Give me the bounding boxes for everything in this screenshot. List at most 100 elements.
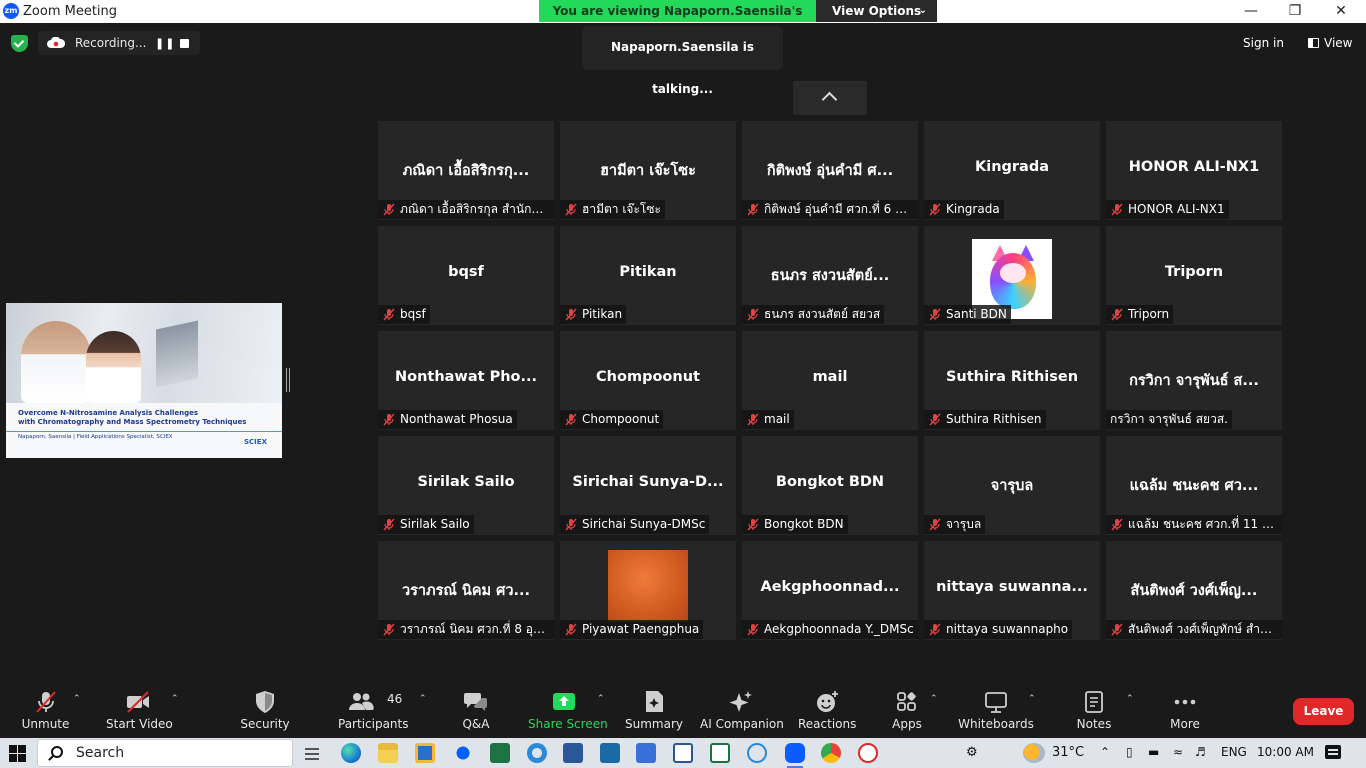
view-options-button[interactable]: View Options ⌄ [816, 0, 937, 22]
outlook-icon[interactable] [600, 743, 620, 763]
browser-icon[interactable] [747, 743, 767, 763]
whiteboards-button[interactable]: Whiteboards [958, 684, 1034, 738]
participant-name-label: nittaya suwannapho [924, 620, 1073, 639]
excel-icon[interactable] [490, 743, 510, 763]
close-button[interactable]: ✕ [1318, 0, 1364, 23]
participant-name-label: Triporn [1106, 305, 1174, 324]
shared-screen[interactable]: Overcome N-Nitrosamine Analysis Challeng… [6, 303, 282, 458]
windows-start-icon[interactable] [9, 745, 26, 762]
pause-recording-icon[interactable]: ❚❚ [155, 37, 175, 50]
edge-browser-icon[interactable] [341, 743, 361, 763]
participant-tile[interactable]: กรวิกา จารุพันธ์ ส... กรวิกา จารุพันธ์ สย… [1106, 331, 1282, 430]
participant-tile[interactable]: Santi BDN [924, 226, 1100, 325]
participant-tile[interactable]: Triporn Triporn [1106, 226, 1282, 325]
stop-recording-icon[interactable] [180, 39, 189, 48]
apps-button[interactable]: Apps [888, 684, 926, 738]
apps-icon [897, 692, 916, 711]
excel-document-icon[interactable] [710, 743, 730, 763]
notification-icon[interactable] [1325, 745, 1341, 759]
zoom-taskbar-icon[interactable] [785, 743, 805, 768]
taskbar-search-box[interactable]: Search [37, 739, 293, 767]
qa-button[interactable]: Q&A [456, 684, 496, 738]
share-options-caret[interactable]: ⌃ [597, 694, 609, 704]
participant-display-name: ภณิดา เอื้อสิริกรกุ... [402, 163, 530, 179]
more-button[interactable]: More [1162, 684, 1208, 738]
participant-tile[interactable]: Pitikan Pitikan [560, 226, 736, 325]
file-explorer-icon[interactable] [378, 743, 398, 763]
tray-chevron-up-icon[interactable]: ⌃ [1100, 745, 1110, 759]
language-indicator[interactable]: ENG [1221, 745, 1247, 759]
participant-name-label: Chompoonut [560, 410, 664, 429]
participant-tile[interactable]: Nonthawat Pho... Nonthawat Phosua [378, 331, 554, 430]
weather-icon[interactable] [1023, 743, 1045, 763]
wifi-icon[interactable]: ≈ [1173, 745, 1183, 759]
view-button[interactable]: View [1300, 31, 1358, 55]
participant-tile[interactable]: Piyawat Paengphua [560, 541, 736, 640]
leave-button[interactable]: Leave [1293, 698, 1354, 725]
apps-options-caret[interactable]: ⌃ [930, 694, 942, 704]
gallery-scroll-up-button[interactable] [793, 81, 867, 115]
participant-tile[interactable]: bqsf bqsf [378, 226, 554, 325]
minimize-button[interactable]: — [1228, 0, 1274, 23]
participant-name-label: กรวิกา จารุพันธ์ สยวส. [1106, 410, 1232, 429]
audio-options-caret[interactable]: ⌃ [73, 694, 85, 704]
participant-tile[interactable]: Sirilak Sailo Sirilak Sailo [378, 436, 554, 535]
participant-name-text: ภณิดา เอื้อสิริกรกุล สำนักยาและวัตถุเสพต… [400, 202, 554, 216]
participant-display-name: ธนภร สงวนสัตย์... [770, 268, 890, 284]
participant-tile[interactable]: Bongkot BDN Bongkot BDN [742, 436, 918, 535]
phone-icon[interactable]: ▯ [1126, 745, 1133, 759]
chrome-icon[interactable] [821, 743, 841, 763]
start-video-button[interactable]: Start Video [106, 684, 173, 738]
participant-tile[interactable]: Sirichai Sunya-D... Sirichai Sunya-DMSc [560, 436, 736, 535]
participant-tile[interactable]: nittaya suwanna... nittaya suwannapho [924, 541, 1100, 640]
sign-in-button[interactable]: Sign in [1236, 31, 1291, 55]
word-icon[interactable] [563, 743, 583, 763]
reactions-button[interactable]: Reactions [798, 684, 856, 738]
notes-options-caret[interactable]: ⌃ [1126, 694, 1138, 704]
resize-handle[interactable] [286, 368, 290, 392]
participant-tile[interactable]: Aekgphoonnad... Aekgphoonnada Y._DMSc [742, 541, 918, 640]
participant-tile[interactable]: HONOR ALI-NX1 HONOR ALI-NX1 [1106, 121, 1282, 220]
participant-tile[interactable]: ฮามีตา เจ๊ะโซะ ฮามีตา เจ๊ะโซะ [560, 121, 736, 220]
security-button[interactable]: Security [238, 684, 292, 738]
participant-tile[interactable]: วราภรณ์ นิคม ศว... วราภรณ์ นิคม ศวก.ที่ 8… [378, 541, 554, 640]
participant-tile[interactable]: ธนภร สงวนสัตย์... ธนภร สงวนสัตย์ สยวส [742, 226, 918, 325]
store-icon[interactable] [415, 743, 435, 763]
share-screen-button[interactable]: Share Screen [528, 684, 608, 738]
whiteboards-options-caret[interactable]: ⌃ [1028, 694, 1040, 704]
participant-name-text: ฮามีตา เจ๊ะโซะ [582, 202, 661, 216]
participant-tile[interactable]: จารุบล จารุบล [924, 436, 1100, 535]
participant-tile[interactable]: กิติพงษ์ อุ่นคำมี ศ... กิติพงษ์ อุ่นคำมี … [742, 121, 918, 220]
temperature-readout[interactable]: 31°C [1052, 745, 1084, 760]
notes-button[interactable]: Notes [1072, 684, 1116, 738]
participant-tile[interactable]: Chompoonut Chompoonut [560, 331, 736, 430]
participants-options-caret[interactable]: ⌃ [419, 694, 431, 704]
participant-tile[interactable]: Kingrada Kingrada [924, 121, 1100, 220]
word-document-icon[interactable] [673, 743, 693, 763]
reactions-smiley-icon [817, 691, 838, 712]
teams-icon[interactable] [636, 743, 656, 763]
ai-companion-button[interactable]: AI Companion [700, 684, 784, 738]
volume-icon[interactable]: ♬ [1195, 745, 1206, 759]
encryption-shield-icon[interactable] [11, 35, 28, 52]
participant-tile[interactable]: แฉล้ม ชนะคช ศว... แฉล้ม ชนะคช ศวก.ที่ 11 … [1106, 436, 1282, 535]
task-view-icon[interactable] [302, 743, 322, 763]
people-icon[interactable]: ⚙ [966, 745, 978, 760]
dropbox-icon[interactable] [453, 743, 473, 763]
participant-tile[interactable]: ภณิดา เอื้อสิริกรกุ... ภณิดา เอื้อสิริกรก… [378, 121, 554, 220]
participant-tile[interactable]: สันติพงศ์ วงศ์เพ็ญ... สันติพงศ์ วงศ์เพ็ญท… [1106, 541, 1282, 640]
participant-name-text: กิติพงษ์ อุ่นคำมี ศวก.ที่ 6 ชลบุรี [764, 202, 918, 216]
participant-tile[interactable]: mail mail [742, 331, 918, 430]
app-icon[interactable] [858, 743, 878, 763]
maximize-button[interactable]: ❐ [1272, 0, 1318, 23]
participant-name-text: แฉล้ม ชนะคช ศวก.ที่ 11 สฎ. [1128, 517, 1282, 531]
battery-icon[interactable]: ▬ [1148, 745, 1159, 759]
unmute-button[interactable]: Unmute [17, 684, 74, 738]
summary-button[interactable]: Summary [624, 684, 684, 738]
video-options-caret[interactable]: ⌃ [171, 694, 183, 704]
internet-explorer-icon[interactable] [527, 743, 547, 763]
clock[interactable]: 10:00 AM [1257, 745, 1314, 759]
participant-tile[interactable]: Suthira Rithisen Suthira Rithisen [924, 331, 1100, 430]
participant-name-text: Pitikan [582, 307, 623, 321]
participant-name-text: Santi BDN [946, 307, 1007, 321]
